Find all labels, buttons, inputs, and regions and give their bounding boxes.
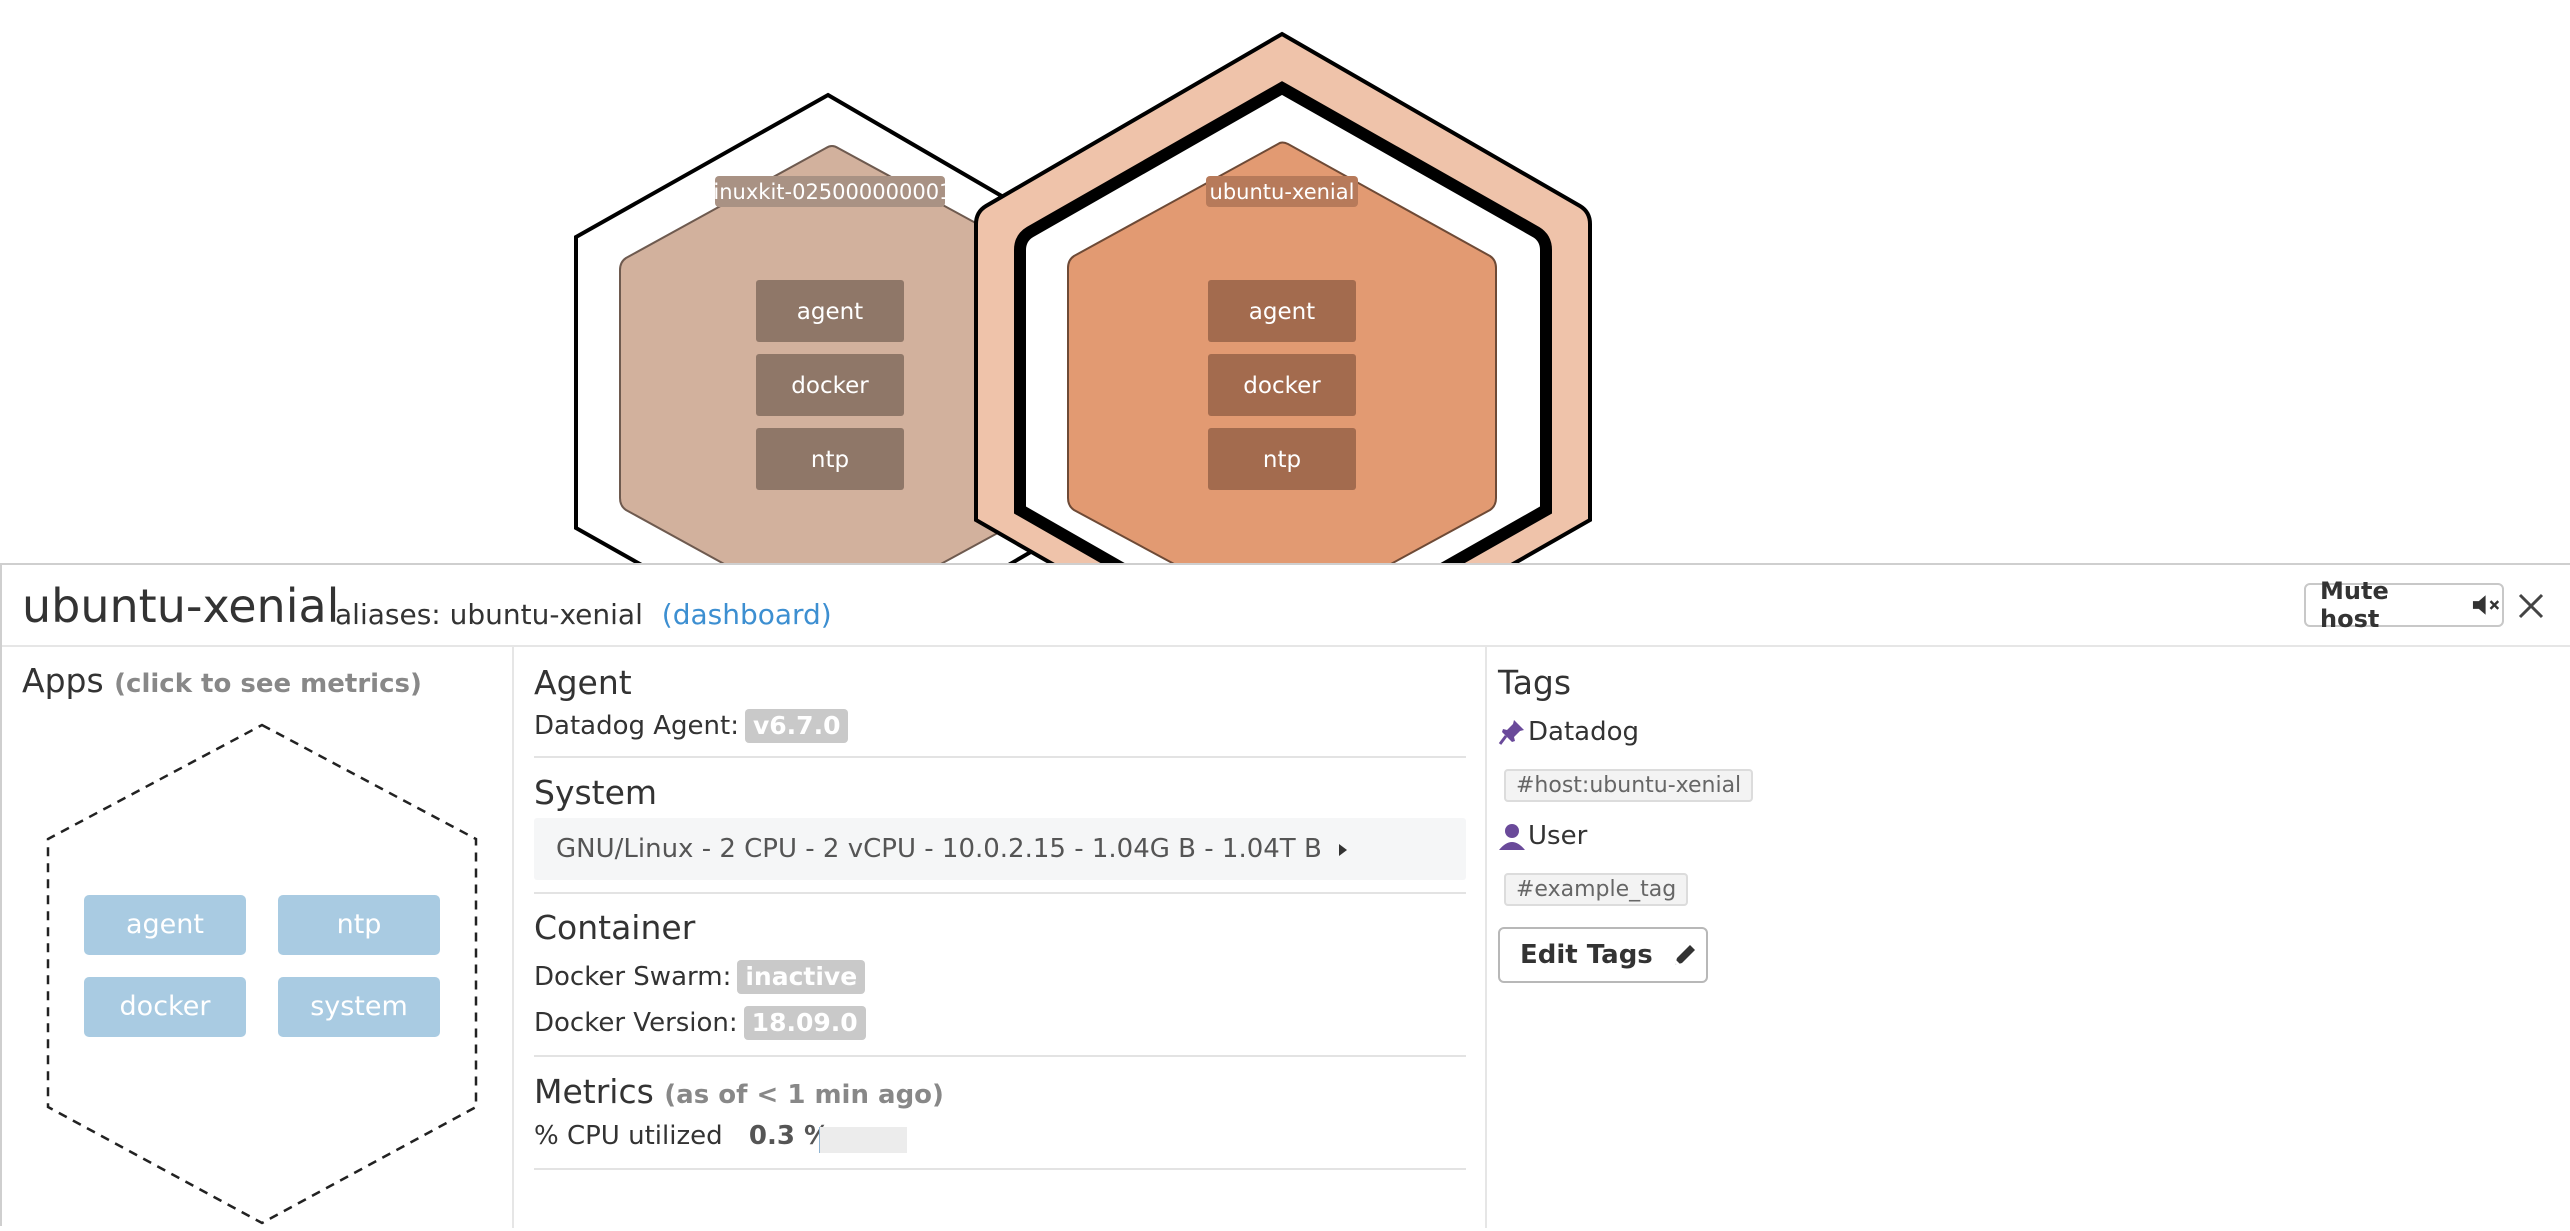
app-pill-agent[interactable]: agent [84,895,246,955]
speaker-muted-icon [2471,593,2502,617]
metrics-hint: (as of < 1 min ago) [664,1080,944,1110]
agent-label: Datadog Agent: [534,711,739,741]
divider [534,892,1466,894]
divider [534,1055,1466,1057]
divider [534,1168,1466,1170]
host-app-box-docker[interactable]: docker [1208,354,1356,416]
app-pill-system[interactable]: system [278,977,440,1037]
docker-swarm-row: Docker Swarm:inactive [534,960,865,994]
app-box-label: ntp [811,447,849,473]
mute-host-button[interactable]: Mute host [2304,583,2504,627]
host-app-box-agent[interactable]: agent [756,280,904,342]
cpu-label: % CPU utilized [534,1121,723,1151]
docker-version-row: Docker Version:18.09.0 [534,1006,866,1040]
docker-swarm-badge: inactive [737,960,865,994]
tag-host[interactable]: #host:ubuntu-xenial [1504,769,1753,802]
app-box-label: docker [1243,373,1321,399]
user-icon [1498,822,1526,850]
host-label-ubuntu: ubuntu-xenial [1206,176,1358,207]
host-apps-linuxkit: agent docker ntp [756,280,904,490]
mute-host-label: Mute host [2320,577,2453,633]
system-summary-row[interactable]: GNU/Linux - 2 CPU - 2 vCPU - 10.0.2.15 -… [534,818,1466,880]
host-title: ubuntu-xenial [22,579,339,633]
edit-tags-label: Edit Tags [1520,940,1653,970]
docker-swarm-label: Docker Swarm: [534,962,731,992]
tags-section-title: Tags [1498,663,1571,702]
column-divider [1485,647,1487,1228]
tag-example[interactable]: #example_tag [1504,873,1688,906]
edit-tags-button[interactable]: Edit Tags [1498,927,1708,983]
host-name-label: ubuntu-xenial [1210,180,1355,204]
dashboard-link[interactable]: (dashboard) [662,598,832,631]
system-summary-text: GNU/Linux - 2 CPU - 2 vCPU - 10.0.2.15 -… [556,834,1322,864]
user-tags-label: User [1528,821,1587,851]
agent-section-title: Agent [534,663,632,702]
host-app-box-ntp[interactable]: ntp [756,428,904,490]
aliases-text: aliases: ubuntu-xenial [335,598,643,631]
divider [534,756,1466,758]
apps-section-title: Apps (click to see metrics) [22,661,422,700]
cpu-usage-bar [819,1127,907,1153]
app-box-label: agent [797,299,863,325]
host-app-box-ntp[interactable]: ntp [1208,428,1356,490]
docker-version-badge: 18.09.0 [744,1006,866,1040]
host-label-linuxkit: linuxkit-025000000001 [708,176,953,207]
apps-hexagon-outline [42,721,492,1231]
app-box-label: agent [1249,299,1315,325]
host-aliases: aliases: ubuntu-xenial (dashboard) [335,598,832,631]
host-map-canvas: linuxkit-025000000001 ubuntu-xenial agen… [0,0,2570,570]
app-pill-ntp[interactable]: ntp [278,895,440,955]
app-box-label: docker [791,373,869,399]
agent-version-row: Datadog Agent:v6.7.0 [534,709,848,743]
agent-version-badge: v6.7.0 [745,709,848,743]
column-divider [512,647,514,1228]
host-map: linuxkit-025000000001 ubuntu-xenial agen… [0,0,2570,570]
host-apps-ubuntu: agent docker ntp [1208,280,1356,490]
cpu-metric-row: % CPU utilized 0.3 % [534,1121,830,1151]
datadog-tags-heading: Datadog [1498,717,1639,747]
docker-version-label: Docker Version: [534,1008,738,1038]
pushpin-icon [1498,718,1526,746]
metrics-title: Metrics [534,1072,654,1111]
pencil-icon [1671,941,1699,969]
datadog-tags-label: Datadog [1528,717,1639,747]
container-section-title: Container [534,908,695,947]
app-pill-docker[interactable]: docker [84,977,246,1037]
app-box-label: ntp [1263,447,1301,473]
system-section-title: System [534,773,657,812]
caret-right-icon [1336,841,1350,859]
user-tags-heading: User [1498,821,1587,851]
host-app-box-agent[interactable]: agent [1208,280,1356,342]
close-icon[interactable] [2514,589,2548,623]
host-app-box-docker[interactable]: docker [756,354,904,416]
host-detail-panel: ubuntu-xenial aliases: ubuntu-xenial (da… [0,563,2570,1226]
apps-hint: (click to see metrics) [114,669,422,699]
apps-title: Apps [22,661,104,700]
host-name-label: linuxkit-025000000001 [708,180,953,204]
panel-header: ubuntu-xenial aliases: ubuntu-xenial (da… [2,565,2570,647]
cpu-value: 0.3 % [749,1121,830,1151]
metrics-section-title: Metrics (as of < 1 min ago) [534,1072,944,1111]
